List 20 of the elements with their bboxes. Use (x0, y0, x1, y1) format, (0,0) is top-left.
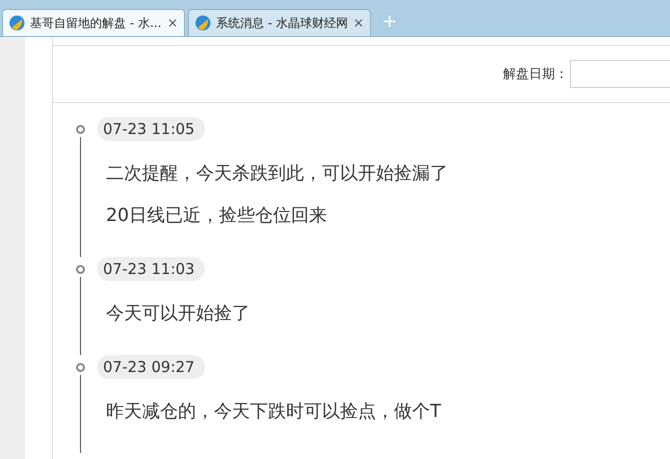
time-label: 07-23 11:03 (97, 257, 205, 281)
message-text: 二次提醒，今天杀跌到此，可以开始捡漏了 (106, 162, 449, 186)
timeline-dot (76, 265, 85, 274)
message-text: 今天可以开始捡了 (106, 302, 251, 326)
globe-icon (195, 15, 211, 31)
message-text: 20日线已近，捡些仓位回来 (106, 204, 328, 228)
date-input-field[interactable] (570, 60, 670, 88)
globe-icon (9, 15, 25, 31)
tab-title: 基哥自留地的解盘 - 水... (30, 14, 162, 32)
browser-tab[interactable]: 基哥自留地的解盘 - 水... × (2, 9, 185, 36)
time-label: 07-23 11:05 (97, 117, 205, 141)
timeline-dot (76, 125, 85, 134)
filter-label: 解盘日期： (503, 66, 568, 83)
browser-tab[interactable]: 系统消息 - 水晶球财经网 × (188, 9, 371, 36)
message-text: 昨天减仓的，今天下跌时可以捡点，做个T (106, 400, 442, 424)
time-label: 07-23 09:27 (97, 355, 205, 379)
close-icon[interactable]: × (167, 16, 178, 30)
tab-title: 系统消息 - 水晶球财经网 (216, 14, 348, 32)
close-icon[interactable]: × (353, 16, 364, 30)
timeline-dot (76, 363, 85, 372)
